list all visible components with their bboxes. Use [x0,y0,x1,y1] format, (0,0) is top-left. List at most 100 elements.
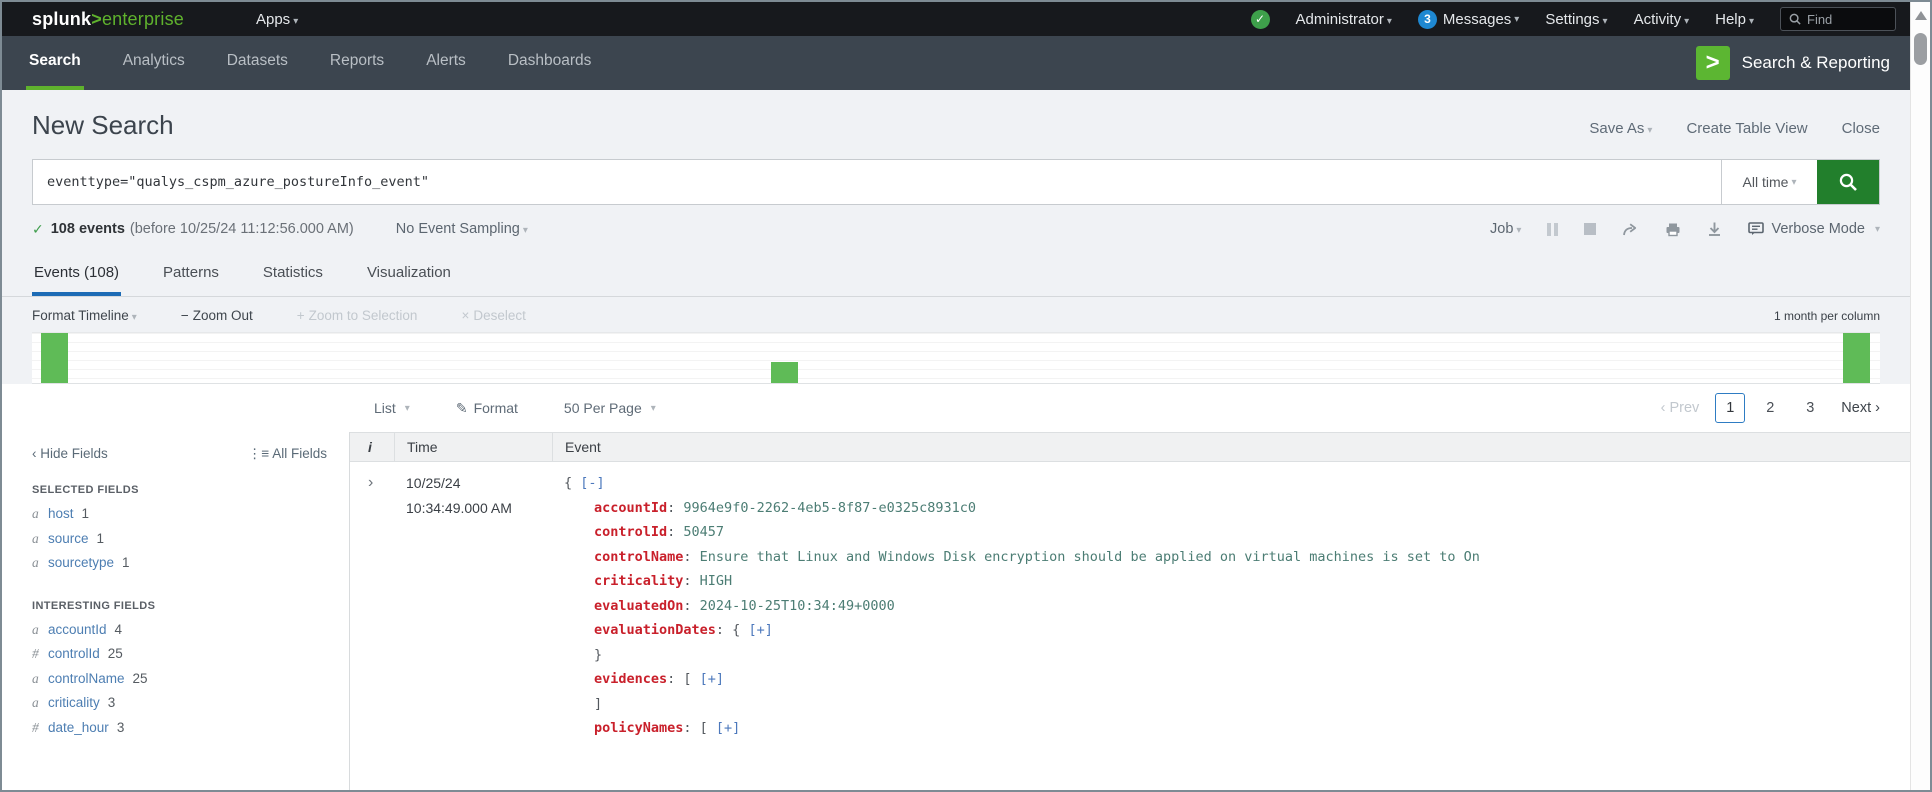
json-plain: : [ [667,671,700,687]
json-line: { [-] [564,471,1910,496]
field-type-icon: a [32,670,39,686]
scroll-up-arrow-icon[interactable] [1915,11,1927,20]
result-tab-patterns[interactable]: Patterns [161,253,221,296]
column-header-event: Event [552,433,1910,461]
messages-menu[interactable]: 3 Messages ▾ [1417,9,1519,29]
vertical-scrollbar[interactable] [1910,2,1930,790]
caret-down-icon: ▾ [1791,176,1797,188]
format-results-button[interactable]: ✎ Format [456,400,518,417]
event-count[interactable]: 108 events [51,221,125,237]
json-expand-toggle[interactable]: [+] [700,671,724,687]
nav-tab-alerts[interactable]: Alerts [423,36,469,90]
plus-icon: + [296,308,305,323]
share-button[interactable] [1622,222,1639,237]
save-as-button[interactable]: Save As ▾ [1589,120,1652,137]
json-line: policyNames: [ [+] [564,716,1910,741]
field-item-criticality[interactable]: a criticality 3 [32,691,327,716]
field-item-controlId[interactable]: # controlId 25 [32,642,327,667]
json-plain: ] [594,695,603,712]
field-type-icon: a [32,695,39,710]
json-line: accountId: 9964e9f0-2262-4eb5-8f87-e0325… [564,496,1910,521]
page-numbers: 123 [1715,393,1825,423]
timeline-bar-1[interactable] [41,333,69,383]
zoom-out-button[interactable]: − Zoom Out [181,308,253,323]
search-reporting-app-icon[interactable]: > [1695,46,1730,80]
page-button-1[interactable]: 1 [1715,393,1746,423]
zoom-to-selection-button[interactable]: + Zoom to Selection [297,308,418,323]
per-page-menu[interactable]: 50 Per Page ▾ [564,400,656,416]
logo-gt: > [91,8,102,29]
search-button[interactable] [1817,160,1879,204]
json-expand-toggle[interactable]: [+] [748,622,772,638]
help-menu[interactable]: Help ▾ [1715,11,1754,28]
search-mode-menu[interactable]: Verbose Mode ▾ [1748,221,1880,237]
nav-tab-reports[interactable]: Reports [327,36,387,90]
health-check-icon[interactable]: ✓ [1250,9,1270,29]
find-input[interactable]: Find [1780,7,1896,31]
nav-tab-dashboards[interactable]: Dashboards [505,36,595,90]
page-button-3[interactable]: 3 [1795,393,1825,423]
close-button[interactable]: Close [1842,120,1880,137]
json-line: evidences: [ [+] [564,667,1910,692]
json-key: criticality [594,573,684,589]
column-header-time: Time [394,433,552,461]
export-button[interactable] [1707,221,1722,237]
timeline-bar-3[interactable] [1843,333,1871,383]
json-plain: : [667,499,684,516]
scrollbar-thumb[interactable] [1914,33,1927,65]
timeline-chart[interactable] [32,332,1880,384]
app-nav: Search Analytics Datasets Reports Alerts Dash… [26,36,630,90]
page-button-2[interactable]: 2 [1755,393,1785,423]
format-timeline-menu[interactable]: Format Timeline ▾ [32,308,137,323]
find-placeholder: Find [1807,11,1833,27]
nav-tab-datasets[interactable]: Datasets [224,36,291,90]
timeline-bar-2[interactable] [771,362,799,383]
activity-menu[interactable]: Activity ▾ [1634,11,1690,28]
event-sampling-menu[interactable]: No Event Sampling ▾ [396,221,528,237]
expand-event-chevron-icon[interactable]: › [350,471,394,741]
field-item-controlName[interactable]: a controlName 25 [32,667,327,692]
stop-button[interactable] [1584,223,1597,235]
apps-menu[interactable]: Apps ▾ [256,11,298,28]
nav-tab-analytics[interactable]: Analytics [120,36,188,90]
create-table-view-button[interactable]: Create Table View [1686,120,1807,137]
pause-button[interactable] [1547,222,1559,236]
app-nav-bar: Search Analytics Datasets Reports Alerts Dash… [2,36,1910,90]
event-count-detail: (before 10/25/24 11:12:56.000 AM) [129,221,354,237]
field-item-sourcetype[interactable]: a sourcetype 1 [32,551,327,576]
timeline-scale-label: 1 month per column [1773,308,1880,323]
prev-page-button[interactable]: ‹ Prev [1661,400,1700,416]
result-tab-visualization[interactable]: Visualization [365,253,453,296]
deselect-button[interactable]: × Deselect [461,308,525,323]
json-expand-toggle[interactable]: [+] [716,720,740,736]
all-fields-button[interactable]: ⋮≡ All Fields [248,446,327,462]
json-key: evaluatedOn [594,597,684,614]
field-item-date_hour[interactable]: # date_hour 3 [32,716,327,741]
splunk-logo[interactable]: splunk>enterprise [32,9,184,30]
field-name: host [48,506,74,521]
nav-tab-search[interactable]: Search [26,36,84,90]
field-item-accountId[interactable]: a accountId 4 [32,618,327,643]
json-plain: : [683,597,700,614]
json-expand-toggle[interactable]: [-] [580,475,604,491]
result-tab-events[interactable]: Events (108) [32,253,122,296]
print-button[interactable] [1665,222,1681,237]
settings-menu[interactable]: Settings ▾ [1545,11,1607,28]
json-line: controlName: Ensure that Linux and Windo… [564,545,1910,570]
time-range-picker[interactable]: All time ▾ [1721,160,1817,204]
search-query-input[interactable]: eventtype="qualys_cspm_azure_postureInfo… [33,160,1721,204]
hide-fields-button[interactable]: ‹ Hide Fields [32,446,108,462]
caret-down-icon: ▾ [1874,223,1880,235]
job-menu[interactable]: Job ▾ [1490,221,1521,237]
result-tab-statistics[interactable]: Statistics [261,253,325,296]
field-item-host[interactable]: a host 1 [32,502,327,527]
json-plain: : [667,524,684,540]
user-menu[interactable]: Administrator ▾ [1296,11,1392,28]
next-page-button[interactable]: Next › [1841,400,1880,416]
field-count: 1 [96,530,105,546]
json-plain: : [683,548,700,565]
json-line: criticality: HIGH [564,569,1910,594]
field-item-source[interactable]: a source 1 [32,527,327,552]
caret-down-icon: ▾ [293,15,299,27]
list-view-menu[interactable]: List ▾ [374,400,410,416]
